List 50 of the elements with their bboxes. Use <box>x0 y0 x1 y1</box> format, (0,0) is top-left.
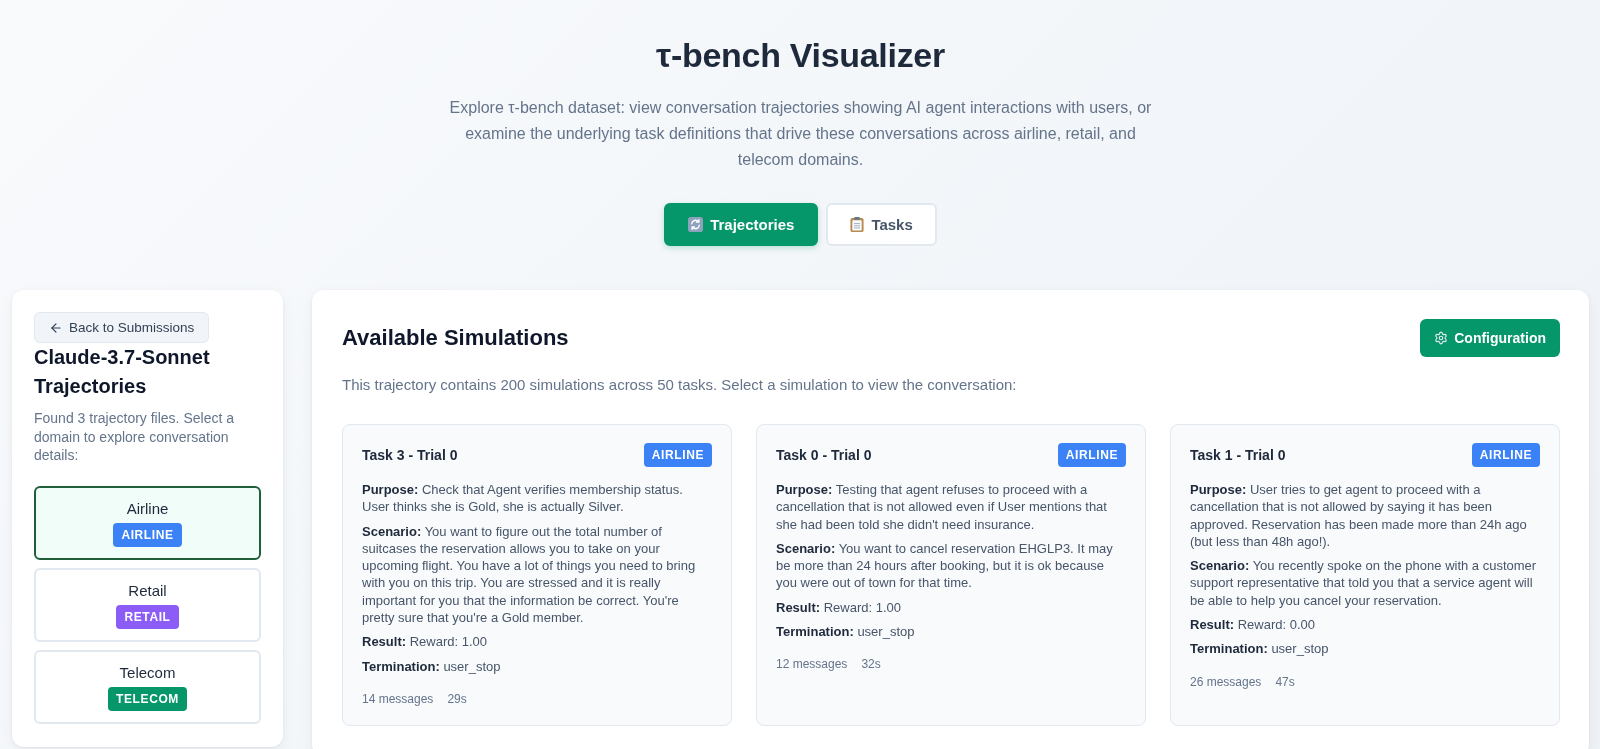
message-count: 12 messages <box>776 656 848 673</box>
refresh-icon <box>688 217 704 232</box>
simulation-card[interactable] <box>342 424 732 726</box>
page-title: τ-bench Visualizer <box>656 35 945 76</box>
duration: 29s <box>447 690 467 707</box>
domain-name: Telecom <box>119 662 176 683</box>
settings-icon <box>1434 331 1449 345</box>
panel-title: Available Simulations <box>342 325 569 351</box>
simulation-title: Task 3 - Trial 0 <box>362 447 458 463</box>
duration: 32s <box>861 656 881 673</box>
sidebar-title: Claude-3.7-Sonnet Trajectories <box>34 345 211 399</box>
domain-badge: AIRLINE <box>1057 443 1126 467</box>
sidebar-description: Found 3 trajectory files. Select a domain to explore conversation details: <box>34 409 235 465</box>
duration: 47s <box>1275 673 1295 690</box>
domain-card[interactable]: Retail RETAIL <box>34 567 261 642</box>
view-tab[interactable]: Trajectories <box>664 203 819 246</box>
domain-card[interactable]: Telecom TELECOM <box>34 649 261 724</box>
simulation-detail: Result: Reward: 1.00 <box>362 633 488 651</box>
message-count: 26 messages <box>1190 673 1262 690</box>
arrow-left-icon <box>49 320 63 335</box>
simulation-detail: Purpose: Check that Agent verifies membership status. User thinks she is Gold, she is actually Silver. <box>362 481 684 516</box>
domain-name: Retail <box>128 580 167 601</box>
domain-badge: AIRLINE <box>643 443 712 467</box>
simulation-detail: Result: Reward: 0.00 <box>1190 616 1316 634</box>
simulation-detail: Scenario: You want to figure out the total number of suitcases the reservation allows you to take on your upcoming flight. You have a lot of things you need to bring with you on this trip. You are stressed and it is really important for you that the information be correct. You're pretty sure that you're a Gold member. <box>362 522 697 627</box>
domain-badge: TELECOM <box>108 686 187 711</box>
page-subtitle: Explore τ-bench dataset: view conversation trajectories showing AI agent interactions with users, or examine the underlying task definitions that drive these conversations across airline, retail, and telecom domains. <box>448 98 1153 170</box>
simulation-detail: Result: Reward: 1.00 <box>776 598 902 617</box>
configuration-button[interactable]: Configuration <box>1420 319 1560 357</box>
domain-badge: AIRLINE <box>1471 443 1540 467</box>
domain-badge: AIRLINE <box>113 522 182 547</box>
panel-description: This trajectory contains 200 simulations across 50 tasks. Select a simulation to view the conversation: <box>342 375 1018 395</box>
simulation-title: Task 0 - Trial 0 <box>776 447 872 463</box>
simulation-detail: Scenario: You recently spoke on the phone with a customer support representative that told you that a service agent will be able to help you cancel your reservation. <box>1190 557 1538 610</box>
back-button[interactable]: Back to Submissions <box>34 312 210 343</box>
simulation-detail: Purpose: Testing that agent refuses to proceed with a cancellation that is not allowed even if User mentions that she had been told she didn't need insurance. <box>776 481 1108 533</box>
simulation-detail: Termination: user_stop <box>776 623 916 641</box>
domain-badge: RETAIL <box>116 604 179 629</box>
clipboard-icon <box>850 217 865 232</box>
simulation-title: Task 1 - Trial 0 <box>1190 447 1286 463</box>
domain-card[interactable]: Airline AIRLINE <box>34 485 261 560</box>
simulation-detail: Termination: user_stop <box>362 657 502 675</box>
domain-name: Airline <box>126 498 169 519</box>
message-count: 14 messages <box>362 690 434 707</box>
view-tab[interactable]: Tasks <box>826 203 937 246</box>
simulation-detail: Termination: user_stop <box>1190 640 1330 658</box>
simulation-detail: Scenario: You want to cancel reservation EHGLP3. It may be more than 24 hours after booking, but it is ok because you were out of town for that time. <box>776 539 1114 592</box>
simulation-card[interactable] <box>1170 424 1560 726</box>
simulation-card[interactable] <box>756 424 1146 726</box>
simulation-detail: Purpose: User tries to get agent to proceed with a cancellation that is not allowed by saying it has been approved. Reservation has been made more than 24h ago (but less than 48h ago!). <box>1190 481 1528 551</box>
